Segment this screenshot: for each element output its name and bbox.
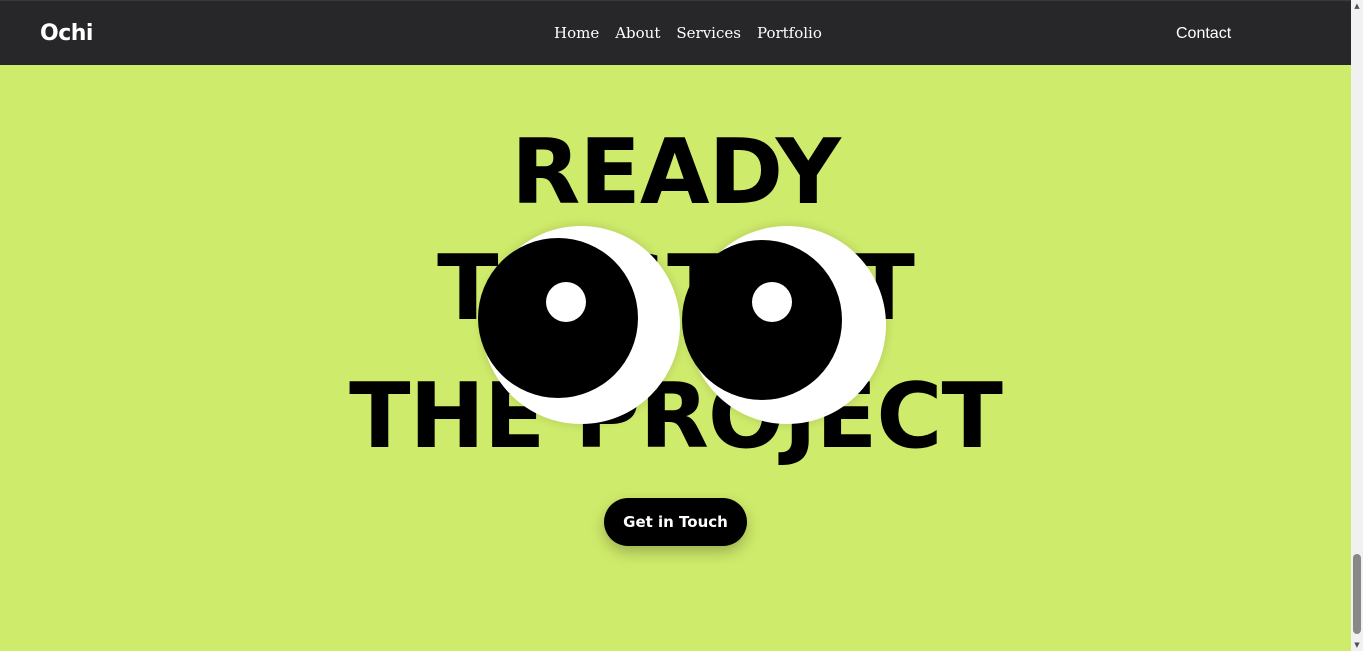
nav-link-portfolio[interactable]: Portfolio <box>757 23 822 43</box>
nav-link-contact[interactable]: Contact <box>1176 24 1231 44</box>
left-pupil <box>478 238 638 398</box>
hero-heading-line-1: READY <box>511 120 841 225</box>
hero-heading-line-3: THE PROJECT <box>349 364 1003 469</box>
nav-link-about[interactable]: About <box>615 23 660 43</box>
landing-page: Ochi Home About Services Portfolio Conta… <box>0 0 1363 651</box>
nav-links: Home About Services Portfolio <box>554 23 822 43</box>
left-pupil-glint <box>546 282 586 322</box>
left-eye <box>478 226 680 424</box>
right-pupil <box>682 240 842 400</box>
scrollbar-thumb[interactable] <box>1353 554 1361 634</box>
nav-link-home[interactable]: Home <box>554 23 599 43</box>
page-scrollbar[interactable]: ▲ ▼ <box>1351 0 1363 651</box>
arrow-up-icon[interactable]: ▲ <box>1351 0 1363 12</box>
top-navbar: Ochi Home About Services Portfolio Conta… <box>0 0 1351 65</box>
right-pupil-glint <box>752 282 792 322</box>
nav-link-services[interactable]: Services <box>676 23 741 43</box>
get-in-touch-button[interactable]: Get in Touch <box>604 498 747 546</box>
brand-logo[interactable]: Ochi <box>40 19 93 49</box>
right-eye <box>682 226 886 424</box>
arrow-down-icon[interactable]: ▼ <box>1351 639 1363 651</box>
